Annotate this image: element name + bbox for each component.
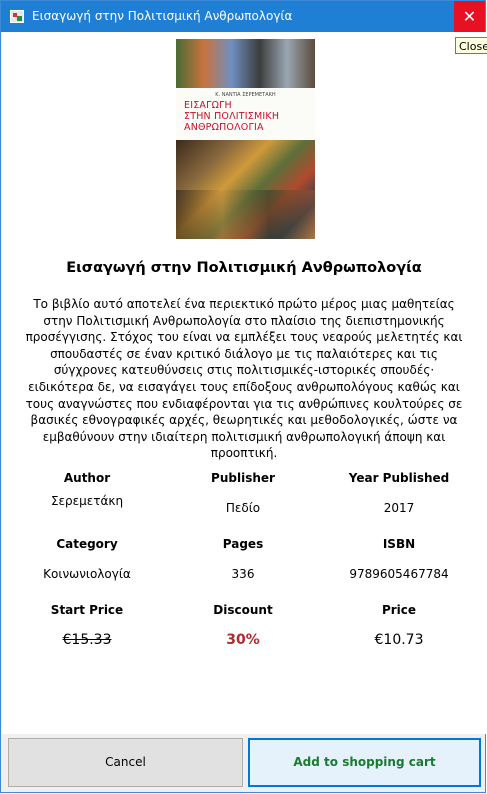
- book-cover-image: Κ. ΝΑΝΤΙΑ ΣΕΡΕΜΕΤΑΚΗ ΕΙΣΑΓΩΓΗ ΣΤΗΝ ΠΟΛΙΤ…: [176, 39, 315, 239]
- price-label: Price: [381, 603, 417, 617]
- book-description: Το βιβλίο αυτό αποτελεί ένα περιεκτικό π…: [25, 297, 463, 461]
- close-button[interactable]: ✕: [454, 1, 485, 32]
- discount-label: Discount: [213, 603, 273, 617]
- book-title: Εισαγωγή στην Πολιτισμική Ανθρωπολογία: [66, 260, 422, 276]
- publisher-value: Πεδίο: [225, 501, 261, 515]
- app-icon: [10, 10, 24, 23]
- cover-title-line: ΕΙΣΑΓΩΓΗ: [184, 100, 232, 111]
- title-bar[interactable]: Εισαγωγή στην Πολιτισμική Ανθρωπολογία ✕: [1, 1, 485, 32]
- publisher-label: Publisher: [211, 471, 275, 485]
- year-published-value: 2017: [383, 501, 415, 515]
- discount-value: 30%: [226, 632, 260, 648]
- category-label: Category: [56, 537, 118, 551]
- isbn-value: 9789605467784: [349, 567, 449, 581]
- cover-photo-collage-top: [176, 39, 315, 88]
- start-price-value: €15.33: [62, 632, 112, 648]
- pages-label: Pages: [222, 537, 264, 551]
- price-value: €10.73: [374, 632, 424, 648]
- category-value: Κοινωνιολογία: [43, 567, 131, 581]
- window-title: Εισαγωγή στην Πολιτισμική Ανθρωπολογία: [32, 9, 293, 23]
- close-icon: ✕: [462, 7, 477, 26]
- isbn-label: ISBN: [382, 537, 416, 551]
- pages-value: 336: [231, 567, 255, 581]
- cover-photo-collage-bottom: [176, 140, 315, 239]
- author-label: Author: [63, 471, 111, 485]
- author-value: Σερεμετάκη: [50, 494, 124, 508]
- cover-title: ΕΙΣΑΓΩΓΗ ΣΤΗΝ ΠΟΛΙΤΙΣΜΙΚΗ ΑΝΘΡΩΠΟΛΟΓΙΑ: [184, 100, 307, 133]
- content-area: Κ. ΝΑΝΤΙΑ ΣΕΡΕΜΕΤΑΚΗ ΕΙΣΑΓΩΓΗ ΣΤΗΝ ΠΟΛΙΤ…: [2, 32, 486, 734]
- add-to-cart-button[interactable]: Add to shopping cart: [248, 738, 481, 787]
- close-tooltip: Close: [455, 37, 487, 54]
- start-price-label: Start Price: [50, 603, 124, 617]
- book-details-window: Εισαγωγή στην Πολιτισμική Ανθρωπολογία ✕…: [0, 0, 486, 793]
- cover-author: Κ. ΝΑΝΤΙΑ ΣΕΡΕΜΕΤΑΚΗ: [215, 92, 276, 98]
- cover-title-line: ΑΝΘΡΩΠΟΛΟΓΙΑ: [184, 122, 264, 133]
- cover-title-line: ΣΤΗΝ ΠΟΛΙΤΙΣΜΙΚΗ: [184, 111, 280, 122]
- cancel-button[interactable]: Cancel: [8, 738, 243, 787]
- year-published-label: Year Published: [348, 471, 450, 485]
- cover-title-panel: Κ. ΝΑΝΤΙΑ ΣΕΡΕΜΕΤΑΚΗ ΕΙΣΑΓΩΓΗ ΣΤΗΝ ΠΟΛΙΤ…: [176, 88, 315, 140]
